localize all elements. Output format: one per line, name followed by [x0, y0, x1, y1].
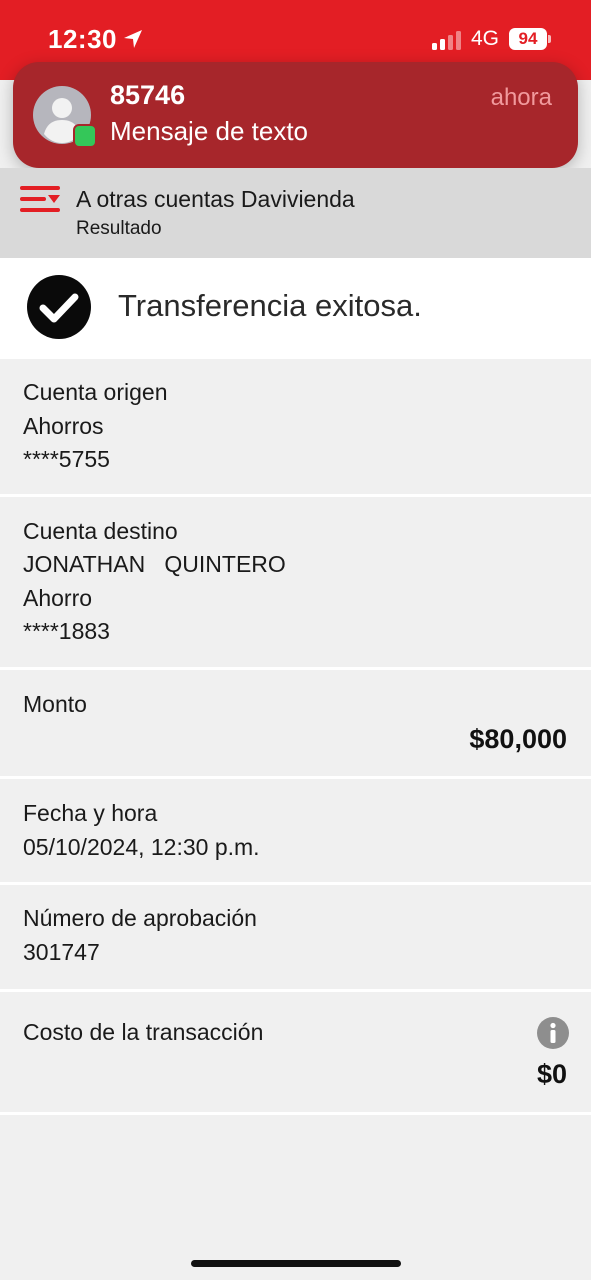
signal-icon	[432, 31, 461, 50]
header-subtitle: Resultado	[76, 218, 162, 239]
notification-message: Mensaje de texto	[110, 116, 309, 146]
header-title: A otras cuentas Davivienda	[76, 186, 355, 212]
status-time: 12:30	[48, 24, 117, 54]
approval-value: 301747	[23, 939, 100, 965]
amount-value: $80,000	[469, 724, 567, 754]
notification-time: ahora	[490, 84, 552, 111]
notification-sender: 85746	[110, 80, 186, 110]
destination-name: JONATHAN QUINTERO	[23, 551, 286, 577]
destination-account-type: Ahorro	[23, 585, 93, 611]
destination-label: Cuenta destino	[23, 518, 178, 544]
battery-indicator: 94	[509, 28, 547, 50]
date-section	[0, 779, 591, 885]
app-header	[0, 168, 591, 258]
cost-section	[0, 992, 591, 1115]
origin-label: Cuenta origen	[23, 379, 168, 405]
approval-label: Número de aprobación	[23, 905, 257, 931]
menu-icon[interactable]	[20, 184, 60, 214]
origin-account-number: ****5755	[23, 446, 110, 472]
sms-notification[interactable]: 85746 Mensaje de texto ahora	[13, 62, 578, 168]
network-label: 4G	[471, 27, 500, 50]
destination-account-number: ****1883	[23, 618, 110, 644]
success-message: Transferencia exitosa.	[118, 288, 422, 323]
location-arrow-icon	[124, 30, 142, 48]
date-value: 05/10/2024, 12:30 p.m.	[23, 834, 260, 860]
date-label: Fecha y hora	[23, 800, 158, 826]
cost-label: Costo de la transacción	[23, 1019, 264, 1045]
origin-account-type: Ahorros	[23, 413, 104, 439]
home-indicator[interactable]	[191, 1260, 401, 1267]
check-circle-icon	[27, 275, 91, 339]
cost-value: $0	[536, 1059, 567, 1089]
battery-tip	[548, 35, 551, 43]
amount-label: Monto	[23, 691, 87, 717]
info-icon[interactable]	[537, 1017, 569, 1049]
messages-app-icon	[73, 124, 97, 148]
